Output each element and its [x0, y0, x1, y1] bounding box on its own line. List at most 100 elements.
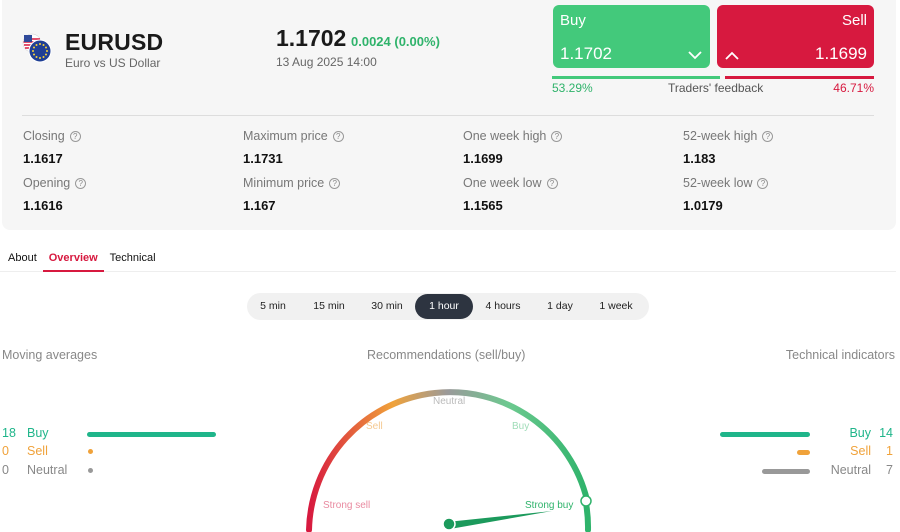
gauge-label-buy: Buy — [512, 421, 529, 432]
stat-minimum-price: Minimum price? 1.167 — [243, 176, 341, 213]
tab-bar: About Overview Technical — [2, 248, 162, 272]
question-circle-icon[interactable]: ? — [75, 177, 87, 189]
feedback-sell-bar — [725, 76, 874, 79]
stat-value: 1.1731 — [243, 151, 283, 166]
question-circle-icon[interactable]: ? — [546, 177, 558, 189]
stat-value: 1.1616 — [23, 198, 63, 213]
stat-opening: Opening? 1.1616 — [23, 176, 87, 213]
stat-value: 1.0179 — [683, 198, 723, 213]
stat-value: 1.1699 — [463, 151, 503, 166]
ti-buy-count: 14 — [879, 426, 893, 440]
tab-overview[interactable]: Overview — [42, 248, 104, 272]
period-1-day[interactable]: 1 day — [533, 294, 587, 319]
ti-sell-row: Sell 1 — [710, 444, 895, 460]
buy-label: Buy — [560, 12, 586, 29]
stat-maximum-price: Maximum price? 1.1731 — [243, 129, 344, 166]
ti-neutral-bar — [762, 469, 810, 474]
period-15-min[interactable]: 15 min — [299, 294, 359, 319]
stat-52-week-high: 52-week high? 1.183 — [683, 129, 774, 166]
gauge-needle-pivot — [442, 517, 456, 531]
ma-neutral-count: 0 — [2, 463, 9, 477]
stat-52-week-low: 52-week low? 1.0179 — [683, 176, 769, 213]
ti-buy-bar — [720, 432, 810, 437]
stat-value: 1.1617 — [23, 151, 63, 166]
ma-buy-label: Buy — [27, 426, 49, 440]
current-price: 1.1702 — [276, 25, 347, 51]
stat-value: 1.183 — [683, 151, 716, 166]
gauge-needle — [447, 511, 552, 529]
gauge-label-strong-sell: Strong sell — [323, 500, 370, 511]
ti-neutral-label: Neutral — [830, 463, 871, 477]
sell-button[interactable]: Sell 1.1699 — [717, 5, 874, 68]
chevron-down-icon — [688, 51, 702, 60]
moving-averages-title: Moving averages — [2, 348, 98, 362]
price-timestamp: 13 Aug 2025 14:00 — [276, 55, 377, 69]
stat-label: One week low — [463, 176, 542, 190]
ti-buy-label: Buy — [849, 426, 871, 440]
question-circle-icon[interactable]: ? — [762, 130, 774, 142]
recommendations-title: Recommendations (sell/buy) — [367, 348, 526, 362]
ma-neutral-label: Neutral — [27, 463, 68, 477]
buy-price: 1.1702 — [560, 44, 612, 63]
tab-about[interactable]: About — [2, 248, 43, 272]
ma-sell-count: 0 — [2, 444, 9, 458]
ti-sell-label: Sell — [850, 444, 871, 458]
question-circle-icon[interactable]: ? — [332, 130, 344, 142]
instrument-symbol: EURUSD — [65, 29, 164, 55]
stat-label: Minimum price — [243, 176, 325, 190]
period-30-min[interactable]: 30 min — [359, 294, 415, 319]
price-change: 0.0024 (0.00%) — [351, 34, 440, 49]
stat-label: 52-week high — [683, 129, 758, 143]
feedback-buy-bar — [552, 76, 720, 79]
ma-buy-bar — [87, 432, 216, 437]
recommendation-gauge: Strong sell Sell Neutral Buy Strong buy — [306, 389, 592, 532]
stat-label: One week high — [463, 129, 547, 143]
ma-sell-bar — [88, 449, 93, 454]
stat-one-week-high: One week high? 1.1699 — [463, 129, 563, 166]
stat-label: Opening — [23, 176, 71, 190]
period-selector: 5 min 15 min 30 min 1 hour 4 hours 1 day… — [247, 293, 649, 320]
tab-technical[interactable]: Technical — [104, 248, 162, 272]
eu-us-flag-icon — [22, 33, 52, 63]
sell-label: Sell — [841, 12, 867, 29]
feedback-sell-percent: 46.71% — [833, 81, 874, 95]
period-1-week[interactable]: 1 week — [587, 294, 645, 319]
gauge-label-sell: Sell — [366, 421, 383, 432]
technical-indicators-title: Technical indicators — [785, 348, 895, 362]
ti-neutral-row: Neutral 7 — [710, 463, 895, 479]
chevron-up-icon — [725, 51, 739, 60]
stat-label: Closing — [23, 129, 65, 143]
stat-closing: Closing? 1.1617 — [23, 129, 81, 166]
ma-sell-label: Sell — [27, 444, 48, 458]
period-5-min[interactable]: 5 min — [247, 294, 299, 319]
question-circle-icon[interactable]: ? — [551, 130, 563, 142]
ti-sell-count: 1 — [886, 444, 893, 458]
gauge-label-neutral: Neutral — [433, 396, 465, 407]
ma-neutral-bar — [88, 468, 93, 473]
sell-price: 1.1699 — [815, 44, 867, 63]
ti-buy-row: Buy 14 — [710, 426, 895, 442]
ti-sell-bar — [797, 450, 810, 455]
gauge-end-knob — [580, 495, 592, 507]
period-4-hours[interactable]: 4 hours — [473, 294, 533, 319]
stat-value: 1.1565 — [463, 198, 503, 213]
gauge-label-strong-buy: Strong buy — [525, 500, 573, 511]
divider — [22, 115, 874, 116]
ma-sell-row: 0 Sell — [2, 444, 222, 460]
stat-one-week-low: One week low? 1.1565 — [463, 176, 558, 213]
instrument-description: Euro vs US Dollar — [65, 56, 161, 70]
question-circle-icon[interactable]: ? — [329, 177, 341, 189]
ma-buy-count: 18 — [2, 426, 16, 440]
question-circle-icon[interactable]: ? — [69, 130, 81, 142]
period-1-hour[interactable]: 1 hour — [415, 294, 473, 319]
ma-neutral-row: 0 Neutral — [2, 463, 222, 479]
buy-button[interactable]: Buy 1.1702 — [553, 5, 710, 68]
ma-buy-row: 18 Buy — [2, 426, 222, 442]
stat-label: 52-week low — [683, 176, 753, 190]
ti-neutral-count: 7 — [886, 463, 893, 477]
stat-value: 1.167 — [243, 198, 276, 213]
traders-feedback-label: Traders' feedback — [668, 81, 764, 95]
question-circle-icon[interactable]: ? — [757, 177, 769, 189]
feedback-buy-percent: 53.29% — [552, 81, 593, 95]
stat-label: Maximum price — [243, 129, 328, 143]
